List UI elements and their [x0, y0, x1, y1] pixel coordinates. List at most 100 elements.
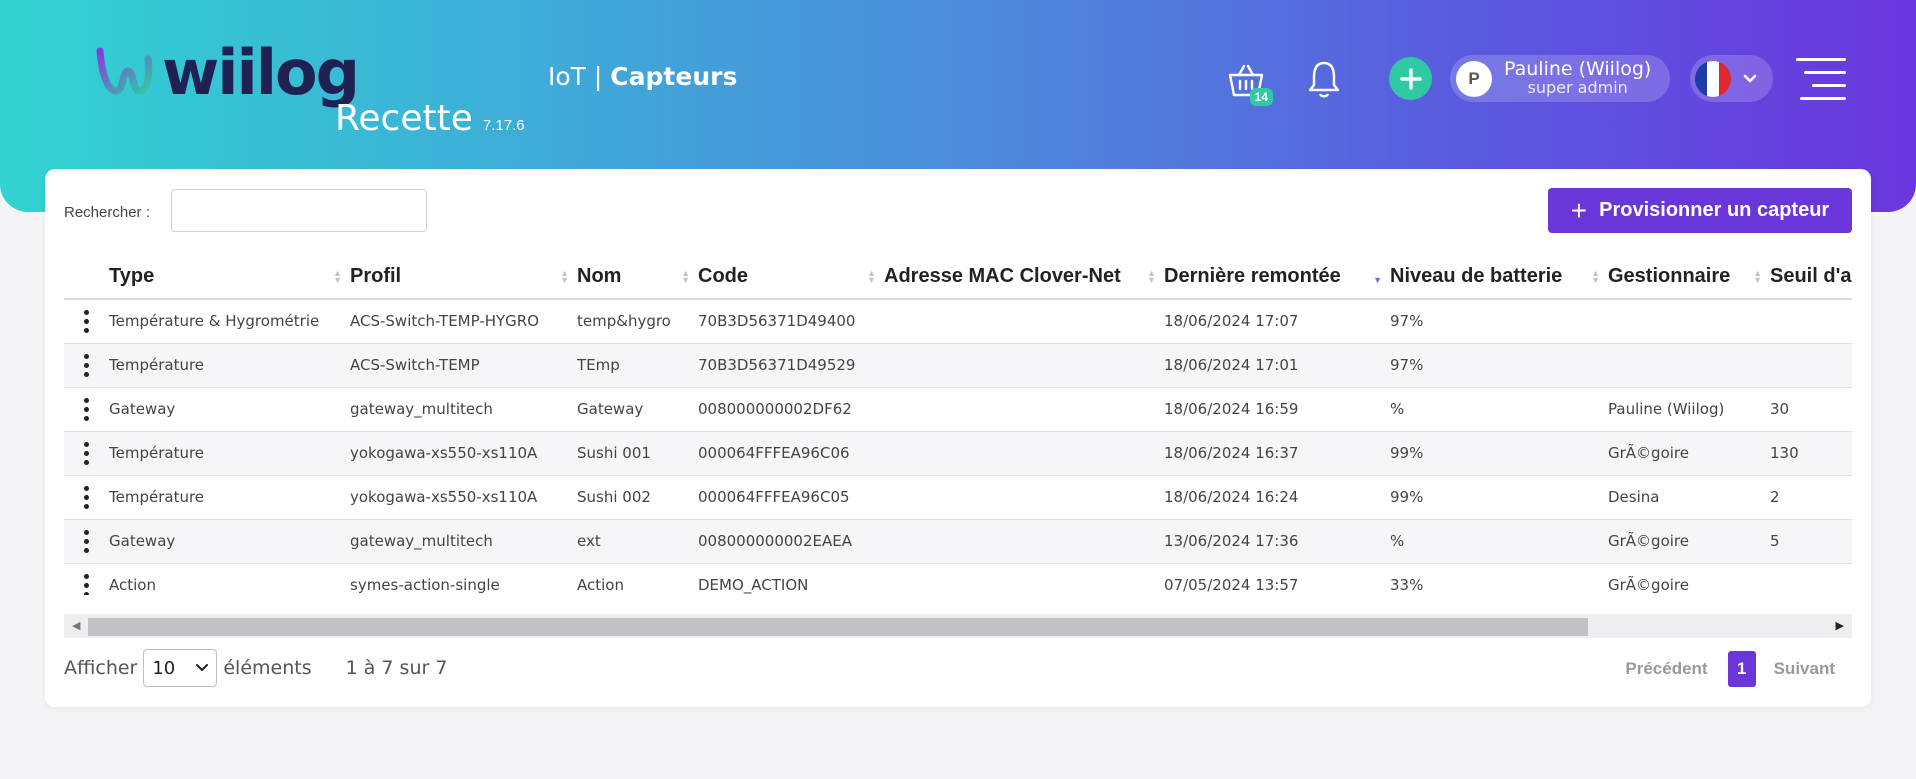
cell-code: 000064FFFEA96C06 [698, 431, 884, 476]
column-header-label: Profil [350, 265, 402, 287]
row-actions-cell [64, 475, 109, 520]
app-version: 7.17.6 [482, 117, 525, 134]
horizontal-scrollbar[interactable]: ◀ ▶ [64, 614, 1852, 638]
column-header-nom[interactable]: Nom ▲ ▼ [577, 255, 698, 300]
table-info: 1 à 7 sur 7 [345, 657, 448, 679]
cell-threshold: 130 [1770, 431, 1852, 476]
table-row[interactable]: Température yokogawa-xs550-xs110A Sushi 00… [64, 475, 1852, 520]
cell-profil: gateway_multitech [350, 387, 577, 432]
cell-mac [884, 563, 1164, 595]
cell-type: Température [109, 431, 350, 476]
hamburger-menu-icon[interactable] [1796, 58, 1846, 100]
page-title: Capteurs [610, 62, 738, 91]
column-header-label: Code [698, 265, 748, 287]
more-options-icon[interactable] [64, 573, 109, 595]
scroll-right-arrow-icon[interactable]: ▶ [1836, 619, 1844, 632]
table-row[interactable]: Température & Hygrométrie ACS-Switch-TEMP… [64, 299, 1852, 344]
french-flag-icon [1695, 60, 1731, 97]
cell-manager: GrÃ©goire [1608, 563, 1770, 595]
cell-threshold [1770, 563, 1852, 595]
page-size-select[interactable]: 10 [143, 649, 218, 687]
cell-manager [1608, 343, 1770, 388]
page-button-current[interactable]: 1 [1727, 651, 1756, 687]
cell-code: DEMO_ACTION [698, 563, 884, 595]
cart-button[interactable]: 14 [1223, 58, 1273, 106]
cell-last-update: 13/06/2024 17:36 [1164, 519, 1390, 564]
user-role: super admin [1527, 78, 1628, 98]
sort-desc-icon: ▼ [1373, 275, 1382, 285]
environment-label: Recette 7.17.6 [335, 98, 525, 139]
cell-manager: GrÃ©goire [1608, 519, 1770, 564]
cell-threshold: 2 [1770, 475, 1852, 520]
table-row[interactable]: Gateway gateway_multitech Gateway 008000000… [64, 387, 1852, 432]
cell-profil: ACS-Switch-TEMP [350, 343, 577, 388]
cell-mac [884, 343, 1164, 388]
cell-profil: yokogawa-xs550-xs110A [350, 431, 577, 476]
column-header-threshold[interactable]: Seuil d'a [1770, 255, 1852, 300]
table-row[interactable]: Gateway gateway_multitech ext 008000000002E… [64, 519, 1852, 564]
column-header-type[interactable]: Type ▲ ▼ [109, 255, 350, 300]
search-input[interactable] [171, 189, 427, 232]
cell-battery: 99% [1390, 475, 1608, 520]
sort-icon: ▲ ▼ [1591, 268, 1600, 285]
more-options-icon[interactable] [64, 353, 109, 377]
previous-page-button[interactable]: Précédent [1625, 659, 1707, 679]
sort-icon: ▲ ▼ [333, 268, 342, 285]
cell-nom: temp&hygro [577, 299, 698, 344]
language-selector[interactable] [1690, 55, 1773, 102]
wiilog-logo[interactable]: wiilog [94, 36, 360, 109]
more-options-icon[interactable] [64, 309, 109, 333]
column-header-label: Type [109, 265, 155, 287]
row-actions-cell [64, 387, 109, 432]
cell-type: Gateway [109, 519, 350, 564]
user-menu[interactable]: P Pauline (Wiilog) super admin [1450, 55, 1670, 102]
sort-icon: ▲ ▼ [681, 268, 690, 285]
cell-mac [884, 299, 1164, 344]
cell-threshold [1770, 299, 1852, 344]
elements-label: éléments [223, 657, 312, 679]
table-row[interactable]: Température ACS-Switch-TEMP TEmp 70B3D56371… [64, 343, 1852, 388]
row-actions-cell [64, 299, 109, 344]
cell-manager [1608, 299, 1770, 344]
scrollbar-thumb[interactable] [88, 618, 1588, 636]
column-header-last-update[interactable]: Dernière remontée ▼ [1164, 255, 1390, 300]
cell-type: Température [109, 475, 350, 520]
chevron-down-icon [1743, 74, 1757, 82]
pagination: Précédent 1 Suivant [1625, 651, 1835, 687]
scroll-left-arrow-icon[interactable]: ◀ [72, 619, 80, 632]
column-header-code[interactable]: Code ▲ ▼ [698, 255, 884, 300]
column-header-label: Niveau de batterie [1390, 265, 1563, 287]
column-header-manager[interactable]: Gestionnaire ▲ ▼ [1608, 255, 1770, 300]
cell-battery: 99% [1390, 431, 1608, 476]
plus-icon [1399, 67, 1422, 90]
cell-last-update: 18/06/2024 16:24 [1164, 475, 1390, 520]
cell-code: 70B3D56371D49400 [698, 299, 884, 344]
column-header-label: Nom [577, 265, 622, 287]
column-header-profil[interactable]: Profil ▲ ▼ [350, 255, 577, 300]
cell-battery: 97% [1390, 343, 1608, 388]
cell-mac [884, 431, 1164, 476]
more-options-icon[interactable] [64, 529, 109, 553]
table-row[interactable]: Température yokogawa-xs550-xs110A Sushi 00… [64, 431, 1852, 476]
cell-manager: Pauline (Wiilog) [1608, 387, 1770, 432]
brand-name: wiilog [162, 36, 360, 109]
search-label: Rechercher : [64, 204, 150, 221]
row-actions-cell [64, 563, 109, 595]
cell-last-update: 07/05/2024 13:57 [1164, 563, 1390, 595]
cell-nom: Sushi 002 [577, 475, 698, 520]
table-row[interactable]: Action symes-action-single Action DEMO_ACTI… [64, 563, 1852, 595]
cell-nom: Action [577, 563, 698, 595]
column-header-battery[interactable]: Niveau de batterie ▲ ▼ [1390, 255, 1608, 300]
provision-sensor-button[interactable]: + Provisionner un capteur [1548, 188, 1852, 233]
add-button[interactable] [1389, 57, 1432, 100]
more-options-icon[interactable] [64, 441, 109, 465]
chevron-down-icon [196, 664, 209, 671]
row-actions-cell [64, 519, 109, 564]
next-page-button[interactable]: Suivant [1774, 659, 1835, 679]
cell-nom: Gateway [577, 387, 698, 432]
more-options-icon[interactable] [64, 397, 109, 421]
column-header-mac[interactable]: Adresse MAC Clover-Net ▲ ▼ [884, 255, 1164, 300]
notifications-button[interactable] [1302, 56, 1346, 102]
more-options-icon[interactable] [64, 485, 109, 509]
avatar: P [1456, 60, 1492, 97]
